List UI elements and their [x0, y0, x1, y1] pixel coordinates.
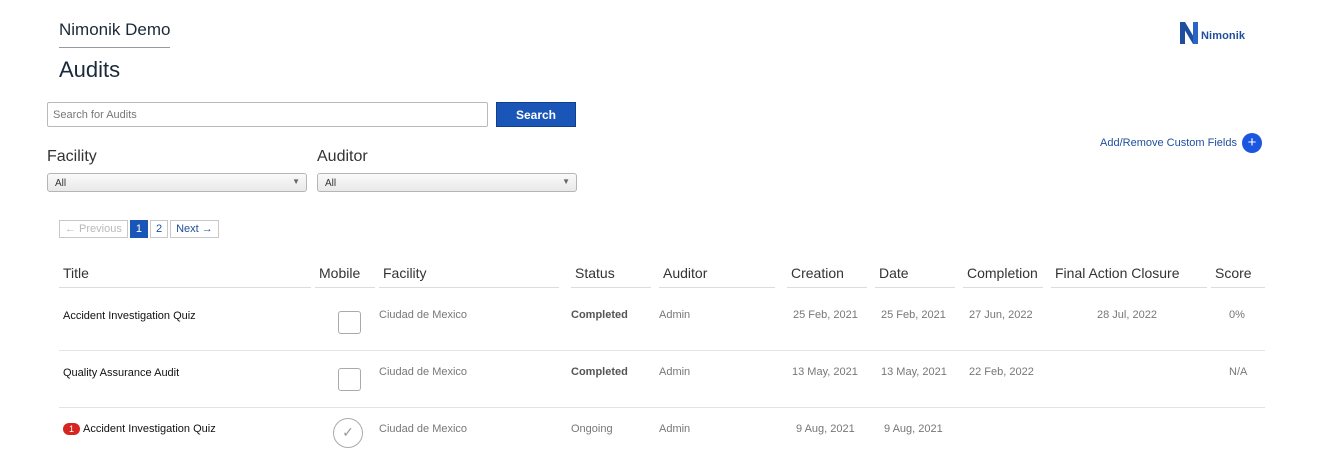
- search-input[interactable]: [47, 102, 488, 127]
- column-header-status[interactable]: Status: [571, 265, 651, 288]
- page-2-button[interactable]: 2: [149, 220, 169, 238]
- row-final-action-closure: 28 Jul, 2022: [1097, 309, 1157, 321]
- nimonik-logo-icon: [1180, 22, 1198, 44]
- column-header-completion[interactable]: Completion: [963, 265, 1043, 288]
- brand-logo: Nimonik: [1180, 22, 1245, 44]
- column-header-date[interactable]: Date: [875, 265, 955, 288]
- row-title[interactable]: 1 Accident Investigation Quiz: [63, 423, 216, 435]
- org-name: Nimonik Demo: [59, 20, 170, 48]
- auditor-filter-label: Auditor: [317, 148, 368, 165]
- search-button[interactable]: Search: [496, 102, 576, 127]
- row-auditor: Admin: [659, 366, 691, 378]
- next-page-button[interactable]: Next →: [170, 220, 219, 238]
- notification-badge: 1: [63, 423, 81, 435]
- page-title: Audits: [59, 57, 121, 82]
- custom-fields-label: Add/Remove Custom Fields: [1100, 137, 1237, 149]
- previous-page-button[interactable]: ← Previous: [59, 220, 128, 238]
- row-auditor: Admin: [659, 309, 691, 321]
- custom-fields-button[interactable]: Add/Remove Custom Fields +: [1100, 133, 1262, 153]
- column-header-auditor[interactable]: Auditor: [659, 265, 775, 288]
- row-auditor: Admin: [659, 423, 691, 435]
- row-completion: 27 Jun, 2022: [969, 309, 1033, 321]
- row-creation: 13 May, 2021: [792, 366, 858, 378]
- table-row[interactable]: Quality Assurance Audit Ciudad de Mexico…: [59, 351, 1265, 408]
- caret-down-icon: ▼: [292, 177, 300, 186]
- row-creation: 9 Aug, 2021: [796, 423, 855, 435]
- row-status: Completed: [571, 366, 628, 378]
- mobile-checkbox[interactable]: [338, 368, 361, 391]
- facility-select-value: All: [55, 178, 67, 189]
- mobile-checkbox[interactable]: [338, 311, 361, 334]
- auditor-select-value: All: [325, 178, 337, 189]
- column-header-creation[interactable]: Creation: [787, 265, 867, 288]
- row-creation: 25 Feb, 2021: [793, 309, 858, 321]
- row-title-text: Accident Investigation Quiz: [83, 423, 216, 435]
- row-facility: Ciudad de Mexico: [379, 423, 468, 435]
- check-circle-icon[interactable]: ✓: [333, 418, 363, 448]
- row-date: 25 Feb, 2021: [881, 309, 946, 321]
- row-completion: 22 Feb, 2022: [969, 366, 1034, 378]
- facility-select[interactable]: All ▼: [47, 173, 307, 192]
- row-facility: Ciudad de Mexico: [379, 309, 468, 321]
- auditor-select[interactable]: All ▼: [317, 173, 577, 192]
- column-header-score[interactable]: Score: [1211, 265, 1265, 288]
- row-status: Ongoing: [571, 423, 613, 435]
- caret-down-icon: ▼: [562, 177, 570, 186]
- row-facility: Ciudad de Mexico: [379, 366, 468, 378]
- row-score: 0%: [1229, 309, 1245, 321]
- column-header-title[interactable]: Title: [59, 265, 311, 288]
- row-title[interactable]: Quality Assurance Audit: [63, 367, 179, 379]
- page-1-button[interactable]: 1: [129, 220, 148, 238]
- row-date: 9 Aug, 2021: [884, 423, 943, 435]
- table-row[interactable]: Accident Investigation Quiz Ciudad de Me…: [59, 294, 1265, 351]
- facility-filter-label: Facility: [47, 148, 97, 165]
- row-date: 13 May, 2021: [881, 366, 947, 378]
- pagination: ← Previous 1 2 Next →: [59, 220, 221, 238]
- plus-icon[interactable]: +: [1241, 133, 1262, 153]
- row-status: Completed: [571, 309, 628, 321]
- table-row[interactable]: 1 Accident Investigation Quiz ✓ Ciudad de…: [59, 408, 1265, 450]
- brand-name: Nimonik: [1201, 29, 1246, 42]
- row-title[interactable]: Accident Investigation Quiz: [63, 310, 196, 322]
- column-header-facility[interactable]: Facility: [379, 265, 559, 288]
- row-score: N/A: [1229, 366, 1248, 378]
- column-header-final-action-closure[interactable]: Final Action Closure: [1051, 265, 1207, 288]
- column-header-mobile[interactable]: Mobile: [315, 265, 375, 288]
